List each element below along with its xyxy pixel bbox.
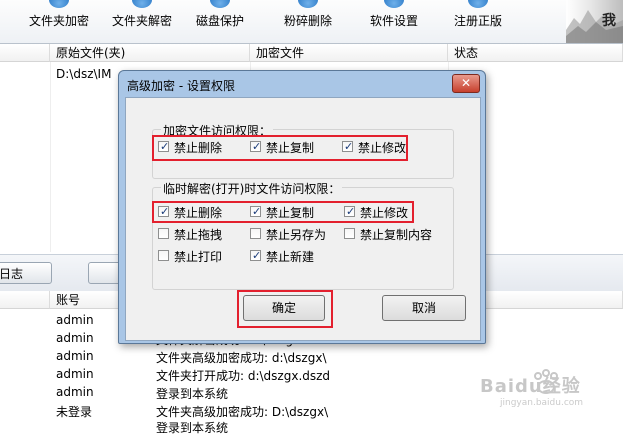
checkbox-box: [250, 228, 261, 239]
close-icon: ✕: [460, 76, 472, 90]
shred-icon: [298, 0, 318, 8]
check-icon: ✓: [252, 249, 262, 262]
permission-dialog: 高级加密 - 设置权限 ✕ 加密文件访问权限： ✓ 禁止删除 ✓ 禁止复制 ✓ …: [118, 70, 486, 344]
log-row[interactable]: admin 文件夹高级加密成功: d:\dszgx\: [0, 349, 623, 367]
check-icon: ✓: [160, 205, 170, 218]
cancel-button-label: 取消: [411, 301, 436, 315]
ok-button[interactable]: 确定: [243, 295, 325, 321]
temp-decrypt-access-group-title: 临时解密(打开)时文件访问权限：: [161, 180, 343, 197]
decrypt-folder-label: 文件夹解密: [111, 14, 172, 28]
ok-button-label: 确定: [271, 301, 296, 315]
checkbox-label: 禁止修改: [360, 206, 409, 220]
table-header-original[interactable]: 原始文件(夹): [50, 44, 250, 62]
table-row-original-path[interactable]: D:\dsz\IM: [56, 67, 111, 81]
column-divider: [50, 62, 51, 252]
check-icon: ✓: [160, 140, 170, 153]
log-action: 登录到本系统: [156, 421, 229, 435]
checkbox-label: 禁止复制内容: [360, 228, 433, 242]
checkbox-box: [344, 228, 355, 239]
close-button[interactable]: ✕: [452, 74, 480, 93]
checkbox-box: ✓: [158, 140, 170, 153]
check-icon: ✓: [252, 140, 262, 153]
decrypt-icon: [132, 0, 152, 8]
encrypt-folder-label: 文件夹加密: [28, 14, 89, 28]
checkbox-label: 禁止拖拽: [174, 228, 223, 242]
cancel-button[interactable]: 取消: [382, 295, 466, 321]
log-button[interactable]: 日志: [0, 262, 52, 284]
encrypt-folder-button[interactable]: 文件夹加密: [25, 0, 93, 43]
log-action: 登录到本系统: [156, 387, 229, 401]
log-user: 未登录: [56, 405, 93, 419]
dialog-title: 高级加密 - 设置权限: [127, 79, 235, 93]
table-header-blank[interactable]: [0, 44, 50, 62]
checkbox-label: 禁止复制: [266, 141, 315, 155]
checkbox-label: 禁止复制: [266, 206, 315, 220]
dialog-body: 加密文件访问权限： ✓ 禁止删除 ✓ 禁止复制 ✓ 禁止修改 临时解密(打开)时…: [125, 97, 481, 341]
log-user: admin: [56, 331, 94, 345]
log-row[interactable]: 登录到本系统: [0, 419, 623, 437]
encrypt-icon: [49, 0, 69, 8]
checkbox-box: ✓: [250, 249, 262, 262]
check-icon: ✓: [346, 205, 356, 218]
checkbox-box: ✓: [158, 205, 170, 218]
register-label: 注册正版: [453, 14, 502, 28]
log-header-blank[interactable]: [0, 291, 50, 309]
shred-delete-button[interactable]: 粉碎删除: [280, 0, 336, 43]
checkbox-box: [158, 250, 169, 261]
checkbox-label: 禁止删除: [174, 141, 223, 155]
table-header-encrypted[interactable]: 加密文件: [250, 44, 448, 62]
toolbar: 文件夹加密 文件夹解密 磁盘保护 粉碎删除 软件设置 注册正版 我: [0, 0, 623, 44]
checkbox-label: 禁止修改: [358, 141, 407, 155]
disk-protect-label: 磁盘保护: [195, 14, 244, 28]
shred-delete-label: 粉碎删除: [283, 14, 332, 28]
checkbox-box: ✓: [344, 205, 356, 218]
watermark-text: Baidu经验: [480, 376, 581, 397]
register-icon: [468, 0, 488, 8]
log-action: 文件夹高级加密成功: d:\dszgx\: [156, 351, 327, 365]
disk-protect-button[interactable]: 磁盘保护: [192, 0, 248, 43]
check-icon: ✓: [252, 205, 262, 218]
checkbox-box: ✓: [250, 205, 262, 218]
baidu-watermark: Baidu经验 jingyan.baidu.com: [476, 366, 616, 414]
log-user: admin: [56, 385, 94, 399]
checkbox-label: 禁止打印: [174, 250, 223, 264]
checkbox-box: ✓: [250, 140, 262, 153]
log-action: 文件夹打开成功: d:\dszgx.dszd: [156, 369, 331, 383]
register-button[interactable]: 注册正版: [450, 0, 506, 43]
decrypt-folder-button[interactable]: 文件夹解密: [108, 0, 176, 43]
checkbox-label: 禁止删除: [174, 206, 223, 220]
logo-text: 我: [602, 13, 616, 29]
log-button-label: 日志: [0, 267, 24, 281]
log-user: admin: [56, 367, 94, 381]
checkbox-label: 禁止另存为: [266, 228, 327, 242]
checkbox-label: 禁止新建: [266, 250, 315, 264]
disk-icon: [210, 0, 230, 8]
checkbox-box: ✓: [342, 140, 354, 153]
watermark-subtext: jingyan.baidu.com: [500, 398, 584, 408]
check-icon: ✓: [344, 140, 354, 153]
software-settings-label: 软件设置: [369, 14, 418, 28]
log-action: 文件夹高级加密成功: D:\dszgx\: [156, 405, 329, 419]
settings-icon: [384, 0, 404, 8]
table-header-status[interactable]: 状态: [448, 44, 623, 62]
software-settings-button[interactable]: 软件设置: [366, 0, 422, 43]
logo: 我: [566, 0, 623, 43]
log-user: admin: [56, 313, 94, 327]
log-user: admin: [56, 349, 94, 363]
checkbox-box: [158, 228, 169, 239]
